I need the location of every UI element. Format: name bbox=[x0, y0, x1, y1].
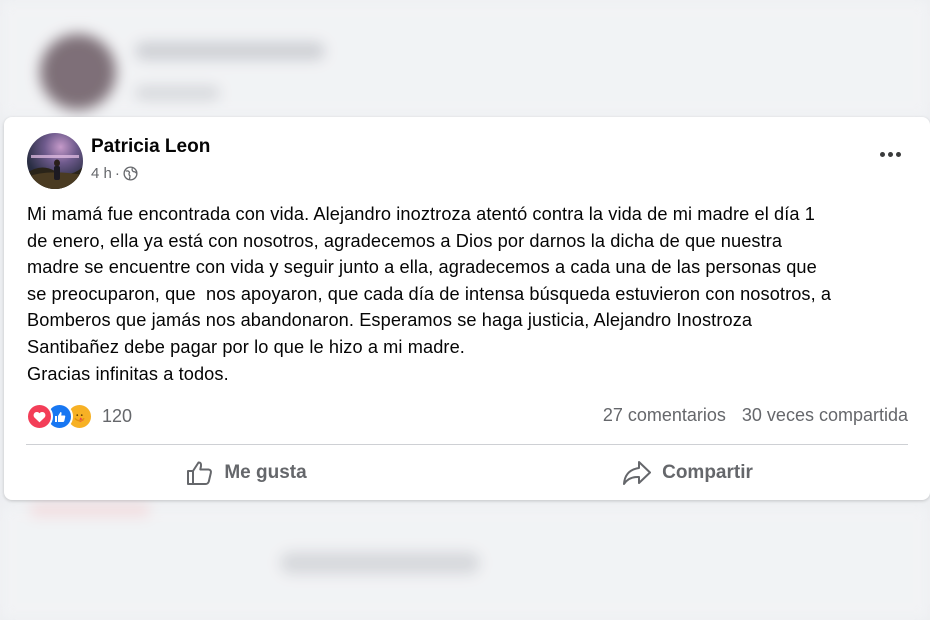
avatar[interactable] bbox=[27, 133, 83, 189]
blurred-avatar bbox=[40, 34, 116, 110]
more-options-button[interactable] bbox=[872, 142, 908, 166]
post-stats: 27 comentarios 30 veces compartida bbox=[603, 405, 908, 426]
meta-separator: · bbox=[114, 165, 120, 182]
like-button[interactable]: Me gusta bbox=[26, 453, 467, 493]
reactions-summary[interactable]: 120 bbox=[26, 403, 132, 430]
post-meta: 4 h · bbox=[91, 165, 138, 182]
post-text-line: se preocuparon, que nos apoyaron, que ca… bbox=[27, 283, 832, 304]
love-reaction-icon bbox=[26, 403, 53, 430]
blurred-meta bbox=[135, 86, 220, 100]
divider bbox=[26, 444, 908, 445]
post-actions: Me gusta Compartir bbox=[26, 453, 908, 493]
post-text-line: de enero, ella ya está con nosotros, agr… bbox=[27, 230, 783, 251]
blurred-name bbox=[135, 42, 325, 60]
post-text-line: madre se encuentre con vida y seguir jun… bbox=[27, 257, 817, 278]
post-text-line: Santibañez debe pagar por lo que le hizo… bbox=[27, 336, 465, 357]
reaction-count: 120 bbox=[102, 406, 133, 426]
avatar-photo bbox=[27, 155, 83, 189]
post-text-line: Gracias infinitas a todos. bbox=[27, 363, 229, 384]
more-options-icon bbox=[879, 151, 885, 157]
post-text: Mi mamá fue encontrada con vida. Alejand… bbox=[27, 201, 907, 387]
post-text-line: Bomberos que jamás nos abandonaron. Espe… bbox=[27, 310, 753, 331]
comments-count[interactable]: 27 comentarios bbox=[603, 405, 726, 426]
blurred-like-button bbox=[280, 552, 480, 574]
share-button[interactable]: Compartir bbox=[467, 453, 908, 493]
author-name[interactable]: Patricia Leon bbox=[91, 136, 210, 158]
like-label: Me gusta bbox=[224, 462, 307, 483]
thumbs-up-icon bbox=[187, 461, 213, 485]
globe-icon bbox=[123, 166, 138, 181]
share-icon bbox=[623, 461, 652, 485]
blurred-reactions bbox=[30, 505, 150, 515]
share-label: Compartir bbox=[662, 462, 753, 483]
shares-count[interactable]: 30 veces compartida bbox=[742, 405, 908, 426]
post-card: Patricia Leon 4 h · Mi mamá fue encontra… bbox=[4, 117, 930, 500]
post-text-line: Mi mamá fue encontrada con vida. Alejand… bbox=[27, 204, 815, 224]
post-time[interactable]: 4 h bbox=[91, 165, 112, 182]
